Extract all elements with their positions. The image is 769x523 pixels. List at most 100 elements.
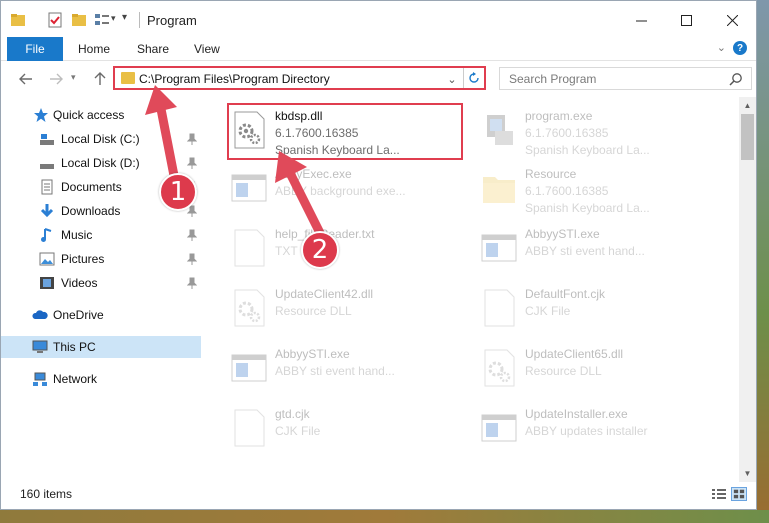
sidebar-item-this-pc[interactable]: This PC — [1, 336, 201, 358]
dll-gear-icon — [234, 289, 265, 327]
pin-icon[interactable] — [187, 277, 197, 289]
file-item-updateclient42-dll[interactable]: UpdateClient42.dll Resource DLL — [209, 279, 449, 337]
customize-toolbar-icon[interactable]: ▾ — [122, 12, 127, 23]
up-arrow-icon — [94, 72, 106, 85]
file-item-defaultfont-cjk[interactable]: DefaultFont.cjk CJK File — [459, 279, 699, 337]
sidebar-item-pictures[interactable]: Pictures — [1, 248, 201, 270]
file-item-updateinstaller-exe[interactable]: UpdateInstaller.exe ABBY updates install… — [459, 399, 699, 457]
cloud-icon — [32, 310, 48, 319]
desktop-background-edge — [757, 0, 769, 523]
window-title: Program — [147, 13, 197, 28]
view-options-icon[interactable] — [93, 11, 111, 29]
details-view-icon[interactable] — [711, 487, 727, 501]
sidebar-item-music[interactable]: Music — [1, 224, 201, 246]
chevron-down-icon[interactable]: ⌄ — [444, 70, 460, 88]
sidebar-item-onedrive[interactable]: OneDrive — [1, 304, 201, 326]
file-item-gtd-cjk[interactable]: gtd.cjk CJK File — [209, 399, 449, 457]
folder-icon — [11, 14, 25, 26]
file-version: 6.1.7600.16385 — [525, 126, 609, 140]
close-button[interactable] — [710, 1, 755, 39]
window-app-icon — [231, 174, 267, 202]
highlight-box — [227, 103, 463, 160]
tab-home[interactable]: Home — [78, 37, 110, 61]
search-placeholder: Search Program — [509, 72, 597, 86]
tab-share[interactable]: Share — [137, 37, 169, 61]
maximize-icon — [681, 14, 692, 26]
file-type: Resource DLL — [275, 304, 352, 318]
music-icon — [41, 228, 52, 242]
computer-icon — [32, 340, 48, 353]
tiles-view-icon[interactable] — [731, 487, 747, 501]
back-arrow-icon — [19, 73, 32, 85]
recent-locations-icon[interactable]: ▾ — [71, 72, 76, 83]
file-item-resource-folder[interactable]: Resource 6.1.7600.16385 Spanish Keyboard… — [459, 159, 699, 217]
sidebar-item-network[interactable]: Network — [1, 368, 201, 390]
tab-file[interactable]: File — [7, 37, 63, 61]
sidebar-item-videos[interactable]: Videos — [1, 272, 201, 294]
forward-arrow-icon — [50, 73, 63, 85]
chevron-down-icon[interactable]: ▾ — [111, 13, 116, 24]
file-name: program.exe — [525, 109, 593, 123]
properties-icon[interactable] — [46, 11, 64, 29]
sidebar-item-label: Quick access — [53, 108, 125, 122]
blank-file-icon — [484, 289, 515, 327]
file-item-updateclient65-dll[interactable]: UpdateClient65.dll Resource DLL — [459, 339, 699, 397]
pin-icon[interactable] — [187, 229, 197, 241]
folder-icon — [483, 177, 515, 203]
minimize-icon — [636, 20, 647, 21]
text-file-icon — [234, 229, 265, 267]
help-icon[interactable]: ? — [733, 41, 747, 55]
exe-icon — [487, 115, 513, 145]
file-description: ABBY sti event hand... — [525, 244, 645, 258]
file-type: Resource DLL — [525, 364, 602, 378]
videos-icon — [40, 277, 54, 289]
ribbon-tabs: File Home Share View ⌄ ? — [1, 37, 756, 61]
minimize-button[interactable] — [619, 1, 664, 39]
sidebar-item-label: Local Disk (C:) — [61, 132, 140, 146]
step-badge-2: 2 — [301, 231, 339, 269]
maximize-button[interactable] — [664, 1, 709, 39]
file-description: Spanish Keyboard La... — [525, 143, 650, 157]
scroll-up-icon[interactable]: ▲ — [739, 97, 756, 114]
star-icon — [34, 108, 48, 122]
scrollbar-thumb[interactable] — [741, 114, 754, 160]
file-name: UpdateClient65.dll — [525, 347, 624, 361]
forward-button[interactable] — [45, 68, 67, 90]
tab-view[interactable]: View — [194, 37, 220, 61]
refresh-icon — [469, 72, 479, 83]
new-folder-icon[interactable] — [70, 11, 88, 29]
dll-gear-icon — [484, 349, 515, 387]
pin-icon[interactable] — [187, 253, 197, 265]
refresh-button[interactable] — [463, 68, 484, 88]
file-item-abbyysti-exe[interactable]: AbbyySTI.exe ABBY sti event hand... — [459, 219, 699, 277]
expand-ribbon-icon[interactable]: ⌄ — [717, 41, 726, 54]
file-description: ABBY updates installer — [525, 424, 648, 438]
file-item-program-exe[interactable]: program.exe 6.1.7600.16385 Spanish Keybo… — [459, 101, 699, 159]
window-app-icon — [481, 414, 517, 442]
file-type: CJK File — [525, 304, 571, 318]
sidebar-item-label: Pictures — [61, 252, 105, 266]
back-button[interactable] — [15, 68, 37, 90]
item-count: 160 items — [20, 487, 73, 501]
file-name: DefaultFont.cjk — [525, 287, 606, 301]
file-name: AbbyySTI.exe — [275, 347, 350, 361]
sidebar-item-label: Videos — [61, 276, 98, 290]
sidebar-item-label: Local Disk (D:) — [61, 156, 140, 170]
explorer-window: ▾ ▾ Program File Home Share View ⌄ ? ▾ C… — [0, 0, 757, 510]
title-separator — [139, 12, 140, 28]
sidebar-item-label: Documents — [61, 180, 122, 194]
file-description: ABBY sti event hand... — [275, 364, 395, 378]
scroll-down-icon[interactable]: ▼ — [739, 465, 756, 482]
vertical-scrollbar[interactable]: ▲ ▼ — [739, 97, 756, 482]
file-version: 6.1.7600.16385 — [525, 184, 609, 198]
sidebar-item-label: Downloads — [61, 204, 121, 218]
file-item-abbyysti-exe-2[interactable]: AbbyySTI.exe ABBY sti event hand... — [209, 339, 449, 397]
file-name: UpdateInstaller.exe — [525, 407, 628, 421]
status-bar: 160 items — [1, 483, 756, 505]
up-button[interactable] — [89, 68, 111, 90]
drive-icon — [40, 134, 54, 145]
documents-icon — [41, 179, 53, 195]
search-input[interactable]: Search Program — [499, 67, 752, 90]
desktop-background-bottom — [0, 510, 769, 523]
file-name: Resource — [525, 167, 577, 181]
